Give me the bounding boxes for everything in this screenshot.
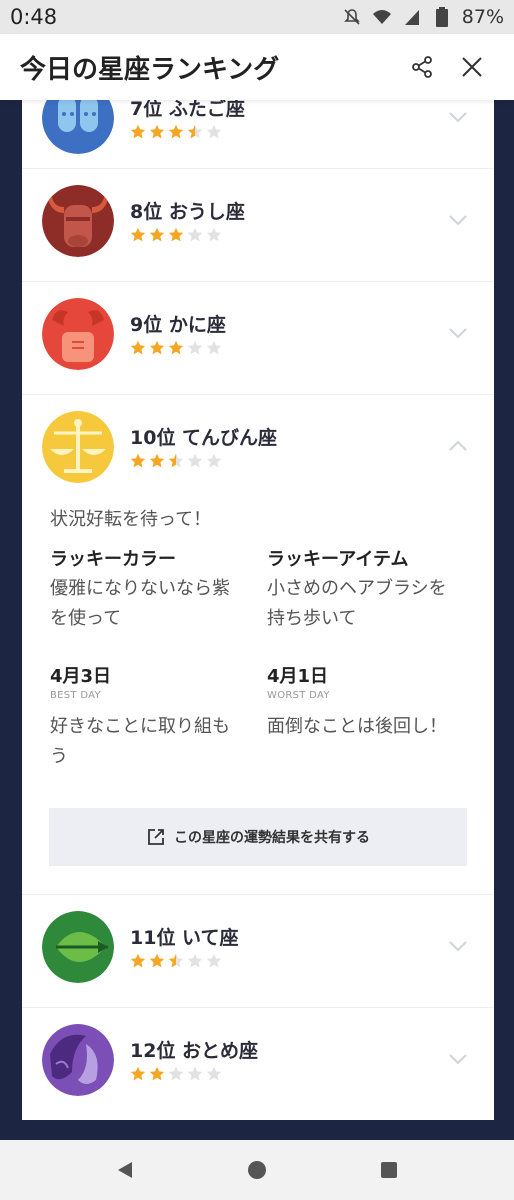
star-empty-icon	[187, 1066, 203, 1081]
star-rating	[130, 227, 222, 243]
best-day-label: BEST DAY	[50, 690, 101, 701]
star-empty-icon	[187, 453, 203, 468]
virgo-avatar	[42, 1024, 114, 1096]
ranking-title: 12位 おとめ座	[130, 1040, 259, 1062]
back-button[interactable]	[114, 1159, 136, 1181]
worst-day-value: 面倒なことは後回し！	[267, 716, 447, 737]
chevron-up-icon[interactable]	[448, 439, 468, 453]
chevron-down-icon	[449, 1054, 467, 1065]
star-empty-icon	[187, 340, 203, 355]
ranking-title: 9位 かに座	[130, 314, 226, 336]
star-half-icon	[187, 124, 203, 139]
status-bar: 0:48 87%	[0, 0, 514, 34]
recents-button[interactable]	[378, 1159, 400, 1181]
lucky-color-value: 優雅になりないなら紫を使って	[50, 578, 230, 629]
system-nav-bar	[0, 1140, 514, 1200]
star-half-icon	[168, 453, 184, 468]
star-full-icon	[130, 1066, 146, 1081]
star-full-icon	[149, 953, 165, 968]
star-empty-icon	[206, 340, 222, 355]
star-full-icon	[130, 953, 146, 968]
home-circle-icon	[248, 1161, 266, 1179]
ranking-row-taurus[interactable]: 8位 おうし座	[22, 169, 494, 282]
share-result-label: この星座の運勢結果を共有する	[174, 830, 370, 846]
share-result-button[interactable]: この星座の運勢結果を共有する	[49, 808, 467, 866]
star-full-icon	[149, 1066, 165, 1081]
fortune-message: 状況好転を待って！	[50, 509, 212, 530]
star-full-icon	[149, 453, 165, 468]
ranking-row-virgo[interactable]: 12位 おとめ座	[22, 1008, 494, 1120]
star-rating	[130, 124, 222, 140]
best-day-value: 好きなことに取り組もう	[50, 716, 230, 767]
lucky-item-label: ラッキーアイテム	[267, 549, 409, 570]
star-empty-icon	[206, 1066, 222, 1081]
star-empty-icon	[187, 227, 203, 242]
chevron-down-icon	[449, 328, 467, 339]
best-day-date: 4月3日	[50, 666, 112, 687]
ranking-title: 8位 おうし座	[130, 201, 245, 223]
battery-icon	[432, 7, 452, 27]
ranking-row-cancer[interactable]: 9位 かに座	[22, 282, 494, 395]
chevron-down-icon	[449, 215, 467, 226]
signal-icon	[402, 7, 422, 27]
worst-day-label: WORST DAY	[267, 690, 330, 701]
star-empty-icon	[206, 227, 222, 242]
star-full-icon	[168, 124, 184, 139]
share-button[interactable]	[400, 45, 444, 89]
gemini-avatar	[42, 100, 114, 154]
home-button[interactable]	[246, 1159, 268, 1181]
worst-day-date: 4月1日	[267, 666, 329, 687]
star-full-icon	[149, 227, 165, 242]
share-icon	[412, 56, 432, 78]
lucky-color-label: ラッキーカラー	[50, 549, 176, 570]
star-full-icon	[149, 340, 165, 355]
app-header: 今日の星座ランキング	[0, 34, 514, 100]
star-rating	[130, 453, 222, 469]
star-full-icon	[168, 227, 184, 242]
star-full-icon	[130, 124, 146, 139]
close-button[interactable]	[450, 45, 494, 89]
ranking-title: 10位 てんびん座	[130, 427, 278, 449]
ranking-row-gemini[interactable]: 7位 ふたご座	[22, 100, 494, 169]
back-triangle-icon	[118, 1162, 132, 1178]
star-rating	[130, 953, 222, 969]
star-empty-icon	[168, 1066, 184, 1081]
close-icon	[462, 57, 482, 77]
battery-percent: 87%	[461, 6, 504, 28]
ranking-title: 11位 いて座	[130, 927, 239, 949]
star-half-icon	[168, 953, 184, 968]
recents-square-icon	[381, 1162, 397, 1178]
taurus-avatar	[42, 185, 114, 257]
chevron-down-icon	[449, 112, 467, 123]
status-icons: 87%	[342, 6, 504, 28]
cancer-avatar	[42, 298, 114, 370]
external-share-icon	[148, 829, 164, 845]
star-full-icon	[130, 340, 146, 355]
ranking-row-sagittarius[interactable]: 11位 いて座	[22, 895, 494, 1008]
ranking-title: 7位 ふたご座	[130, 100, 245, 120]
notifications-off-icon	[342, 7, 362, 27]
star-rating	[130, 1066, 222, 1082]
star-empty-icon	[206, 124, 222, 139]
page-title: 今日の星座ランキング	[20, 54, 280, 85]
star-rating	[130, 340, 222, 356]
lucky-item-value: 小さめのヘアブラシを持ち歩いて	[267, 578, 447, 629]
star-empty-icon	[187, 953, 203, 968]
star-empty-icon	[206, 453, 222, 468]
star-full-icon	[149, 124, 165, 139]
sagittarius-avatar	[42, 911, 114, 983]
star-full-icon	[168, 340, 184, 355]
wifi-icon	[372, 7, 392, 27]
star-full-icon	[130, 453, 146, 468]
chevron-down-icon	[449, 941, 467, 952]
star-full-icon	[130, 227, 146, 242]
ranking-list: 7位 ふたご座 8位 おうし座 9位 かに座 10位 てんびん座 状況好転を待っ…	[22, 100, 494, 1120]
status-time: 0:48	[10, 5, 58, 29]
star-empty-icon	[206, 953, 222, 968]
libra-avatar	[42, 411, 114, 483]
